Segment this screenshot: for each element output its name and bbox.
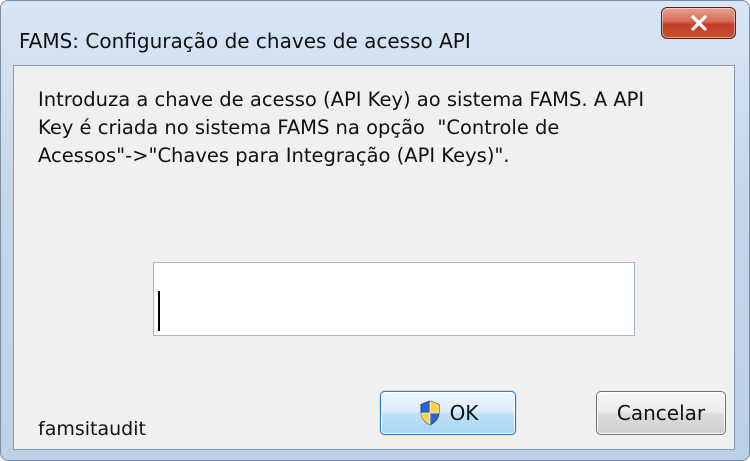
account-label: famsitaudit	[38, 418, 146, 440]
shield-icon	[420, 400, 440, 426]
dialog-window: FAMS: Configuração de chaves de acesso A…	[0, 0, 750, 461]
dialog-content: Introduza a chave de acesso (API Key) ao…	[13, 65, 735, 450]
title-bar[interactable]: FAMS: Configuração de chaves de acesso A…	[1, 1, 749, 55]
instruction-text: Introduza a chave de acesso (API Key) ao…	[38, 88, 645, 167]
close-button[interactable]	[661, 7, 736, 39]
ok-button-label: OK	[449, 401, 479, 425]
cancel-button[interactable]: Cancelar	[596, 391, 726, 435]
api-key-input[interactable]	[153, 262, 635, 336]
close-icon	[690, 15, 707, 31]
ok-button[interactable]: OK	[380, 391, 516, 435]
text-cursor	[158, 291, 160, 331]
window-title: FAMS: Configuração de chaves de acesso A…	[19, 29, 471, 53]
cancel-button-label: Cancelar	[616, 401, 706, 425]
